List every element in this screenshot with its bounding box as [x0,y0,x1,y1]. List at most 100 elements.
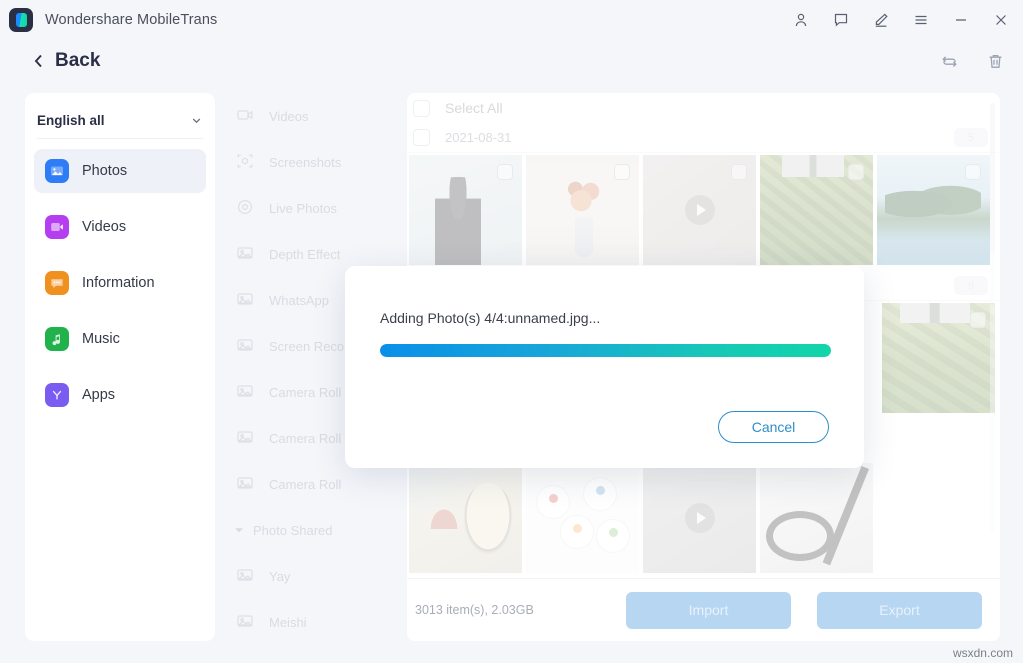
sidebar-item-photos[interactable]: Photos [34,149,206,193]
watermark: wsxdn.com [952,646,1013,660]
apps-icon [45,383,69,407]
screenshot-icon [236,152,256,172]
back-button[interactable]: Back [32,50,100,72]
sidebar-item-videos[interactable]: Videos [34,205,206,249]
category-item-label: Meishi [269,614,307,630]
refresh-icon[interactable] [940,52,959,71]
category-item-screenshots[interactable]: Screenshots [222,139,407,185]
category-item-label: Camera Roll [269,430,342,446]
information-icon [45,271,69,295]
category-item-live-photos[interactable]: Live Photos [222,185,407,231]
category-group-label: Photo Shared [253,522,333,538]
feedback-icon[interactable] [831,10,851,30]
thumbnail-checkbox[interactable] [497,164,513,180]
progress-message: Adding Photo(s) 4/4:unnamed.jpg... [380,310,601,326]
thumbnail-checkbox[interactable] [731,164,747,180]
import-button[interactable]: Import [626,591,791,629]
vertical-scrollbar[interactable] [990,103,995,533]
date-group-count: 5 [954,128,988,147]
date-group-checkbox[interactable] [413,129,430,146]
title-bar: Wondershare MobileTrans [0,0,1023,40]
category-item-label: Yay [269,568,291,584]
play-icon [684,503,715,533]
image-icon [236,612,256,632]
thumbnail-leaves-2[interactable] [882,303,995,413]
date-group-count: 9 [954,276,988,295]
image-icon [236,566,256,586]
trash-icon[interactable] [986,52,1005,71]
select-all-label: Select All [445,100,503,116]
sidebar-item-label: Apps [82,387,116,403]
window-controls [791,10,1011,30]
sidebar-item-label: Photos [82,163,128,179]
image-icon [236,244,256,264]
image-icon [236,290,256,310]
category-item-meishi[interactable]: Meishi [222,599,407,645]
back-bar-actions [940,52,1005,71]
account-icon[interactable] [791,10,811,30]
sidebar-item-information[interactable]: Information [34,261,206,305]
category-item-yay[interactable]: Yay [222,553,407,599]
progress-bar-track [380,344,831,357]
thumbnail-leaves[interactable] [760,155,873,265]
image-icon [236,336,256,356]
category-item-videos[interactable]: Videos [222,93,407,139]
category-item-label: Videos [269,108,309,124]
image-icon [236,474,256,494]
thumbnail-video-1[interactable] [643,155,756,265]
select-all-checkbox[interactable] [413,99,430,117]
videos-icon [45,215,69,239]
close-button[interactable] [991,10,1011,30]
thumbnail-checkbox[interactable] [848,164,864,180]
thumbnail-checkbox[interactable] [970,312,986,328]
photos-icon [45,159,69,183]
language-selector[interactable]: English all [37,103,203,139]
progress-bar-fill [380,344,831,357]
language-selector-label: English all [37,113,105,128]
item-count-status: 3013 item(s), 2.03GB [415,603,534,617]
live-photo-icon [236,198,256,218]
thumbnail-checkbox[interactable] [965,164,981,180]
sidebar: English all Photos Videos Information Music… [25,93,215,641]
category-item-label: Depth Effect [269,246,341,262]
category-item-label: Screenshots [269,154,342,170]
back-bar: Back [0,40,1023,82]
sidebar-item-label: Videos [82,219,127,235]
thumbnail-video-2[interactable] [643,463,756,573]
progress-dialog: Adding Photo(s) 4/4:unnamed.jpg... Cance… [345,266,864,468]
thumbnail-row-1 [407,153,1000,271]
sidebar-item-music[interactable]: Music [34,317,206,361]
play-icon [684,195,715,225]
cancel-button[interactable]: Cancel [718,411,829,443]
category-item-label: Camera Roll [269,476,342,492]
minimize-button[interactable] [951,10,971,30]
thumbnail-checkbox[interactable] [614,164,630,180]
thumbnail-person[interactable] [409,155,522,265]
music-icon [45,327,69,351]
thumbnail-palms[interactable] [877,155,990,265]
thumbnail-infographic[interactable] [526,463,639,573]
sidebar-nav: Photos Videos Information Music Apps [25,149,215,417]
image-icon [236,382,256,402]
category-group-photo-shared[interactable]: Photo Shared [222,507,407,553]
category-item-label: Camera Roll [269,384,342,400]
date-group-label: 2021-08-31 [445,130,512,145]
image-icon [236,428,256,448]
bottom-action-bar: 3013 item(s), 2.03GB Import Export [407,578,1000,641]
sidebar-item-label: Information [82,275,155,291]
sidebar-item-label: Music [82,331,120,347]
thumbnail-mushroom[interactable] [409,463,522,573]
thumbnail-cables[interactable] [760,463,873,573]
app-title: Wondershare MobileTrans [45,12,218,28]
select-all-row[interactable]: Select All [407,93,1000,123]
chevron-left-icon [32,52,45,70]
sidebar-item-apps[interactable]: Apps [34,373,206,417]
scrollbar-thumb[interactable] [990,103,995,253]
category-item-label: WhatsApp [269,292,329,308]
app-window: Wondershare MobileTrans Back English all… [0,0,1023,663]
menu-icon[interactable] [911,10,931,30]
thumbnail-flowers[interactable] [526,155,639,265]
edit-icon[interactable] [871,10,891,30]
video-camera-icon [236,106,256,126]
export-button[interactable]: Export [817,591,982,629]
